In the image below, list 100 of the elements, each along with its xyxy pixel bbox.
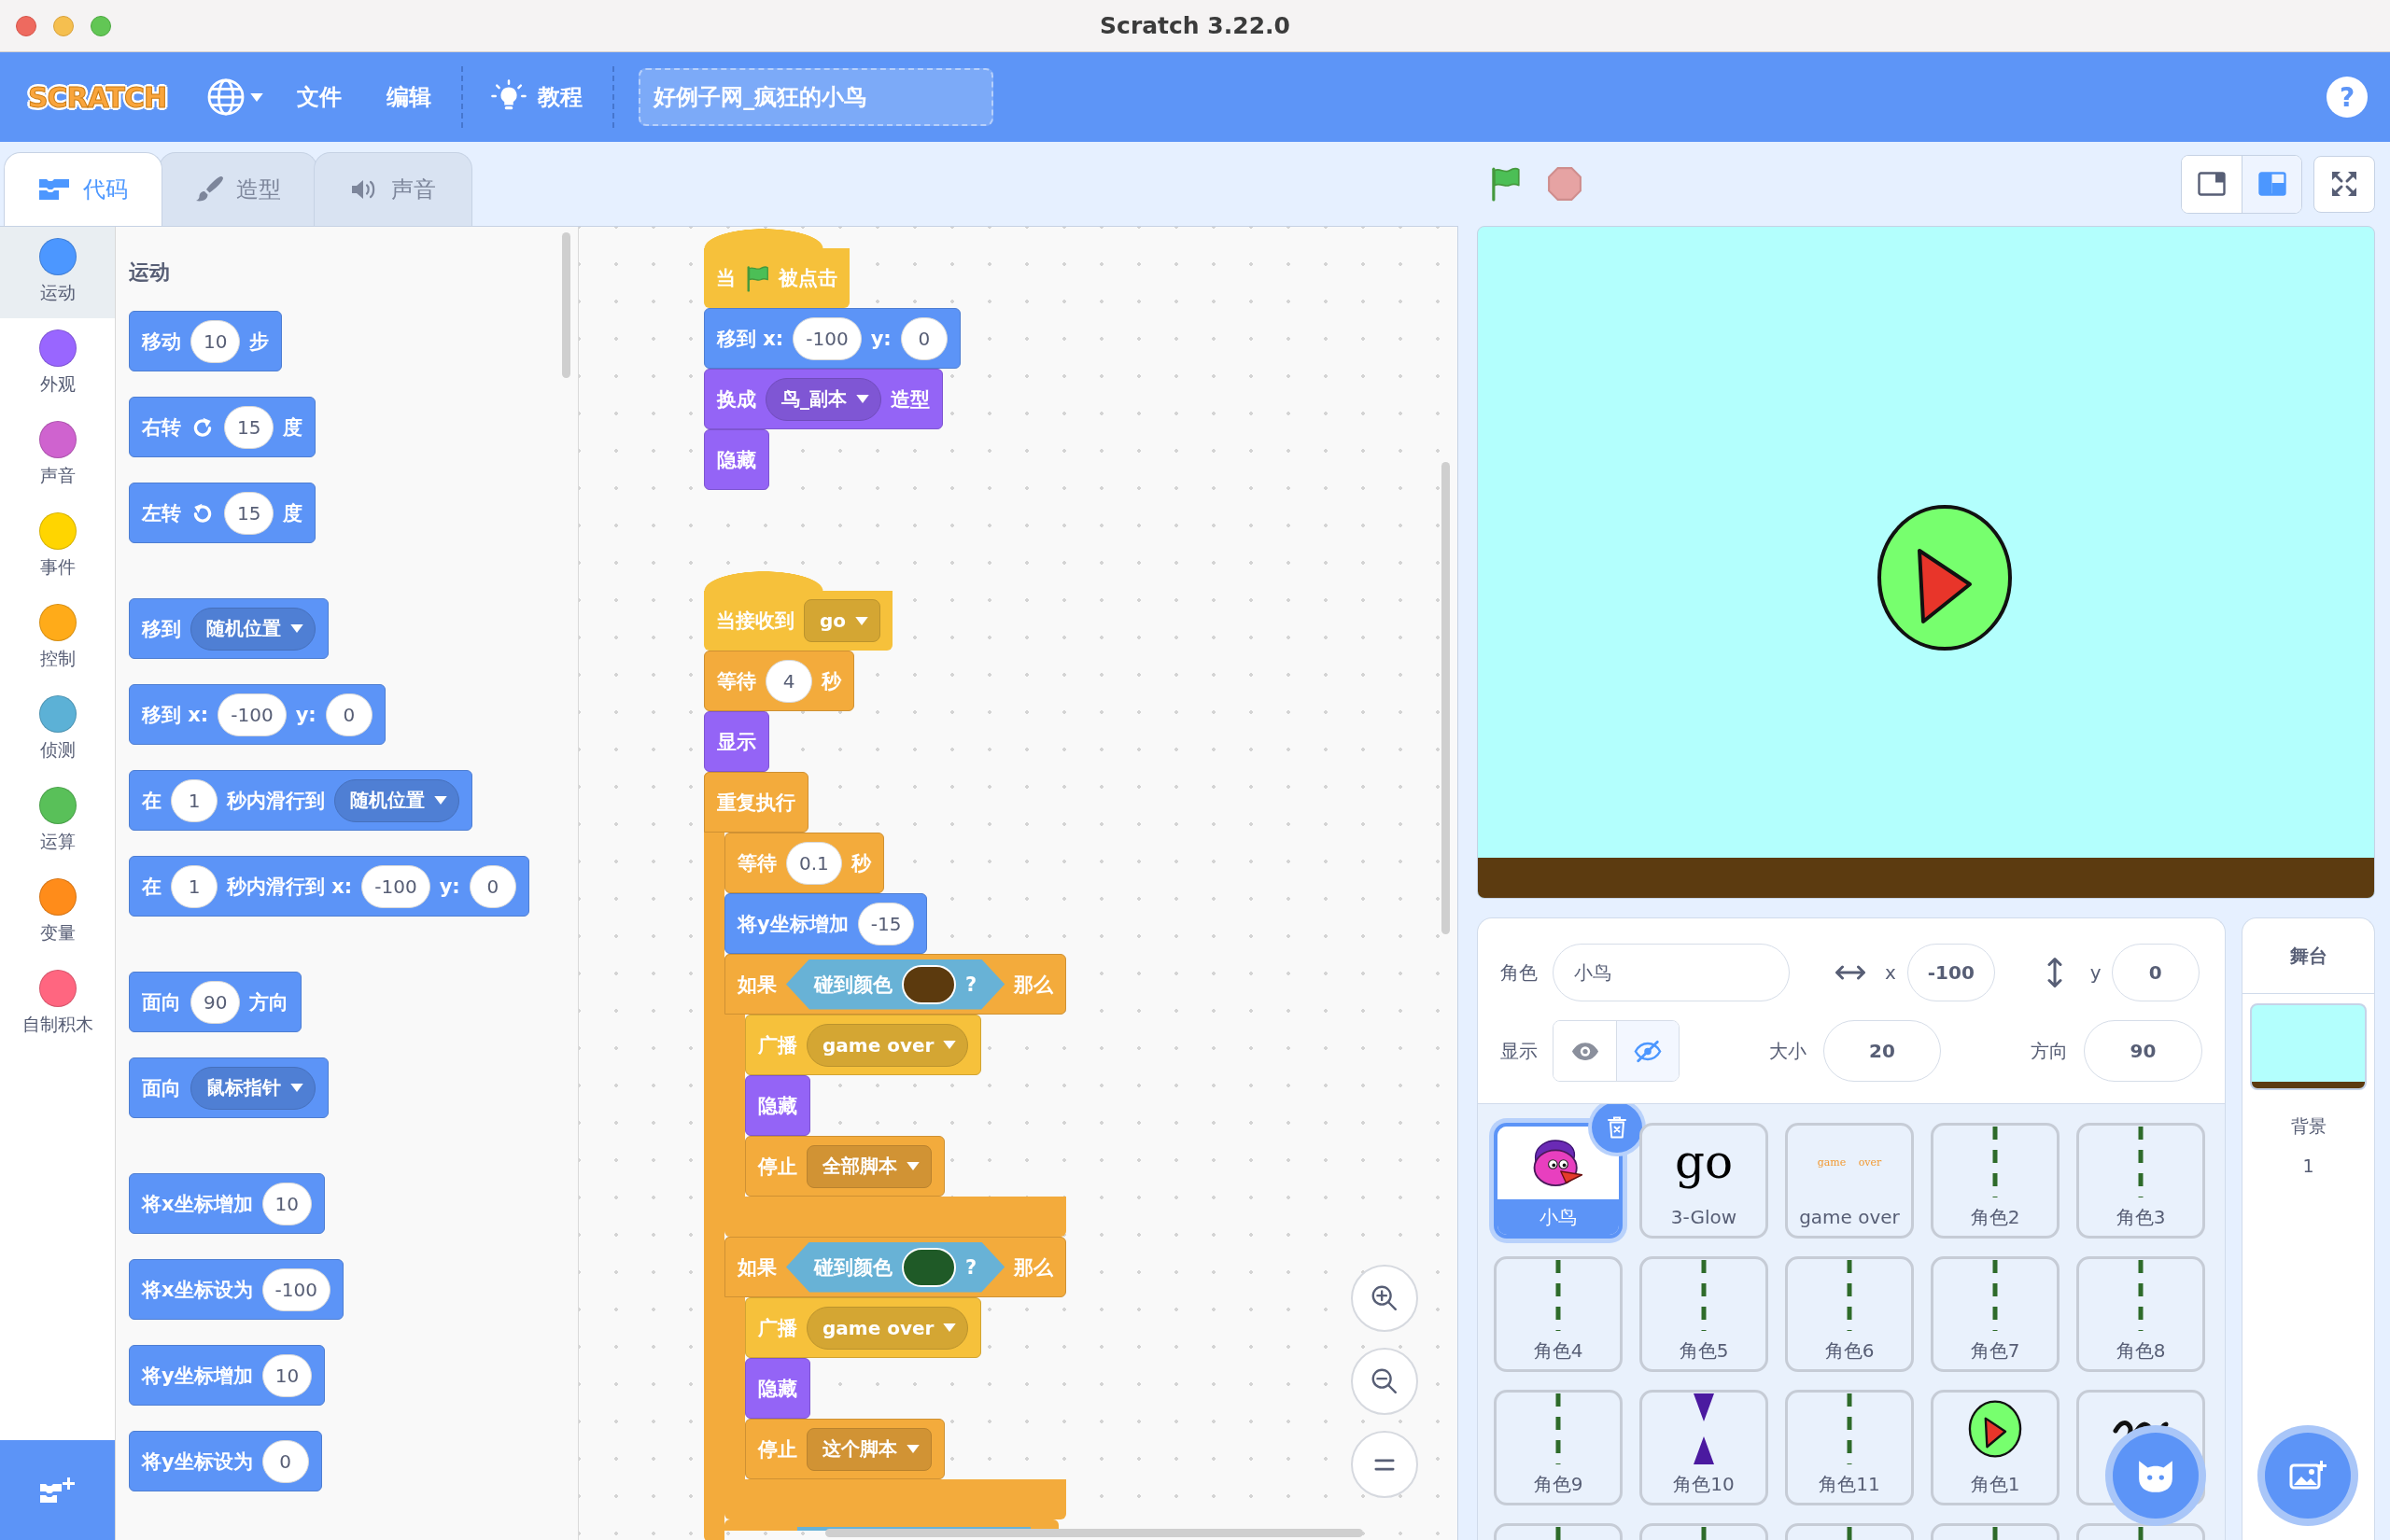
code-block[interactable]: 将x坐标增加 10 xyxy=(129,1173,325,1234)
code-block[interactable]: 等待 4 秒 xyxy=(704,651,854,711)
sprite-tile[interactable]: 角色3 xyxy=(2076,1123,2205,1239)
dropdown-menu[interactable]: 随机位置 xyxy=(190,607,316,651)
number-input[interactable]: 0 xyxy=(261,1439,309,1483)
sprite-tile[interactable]: 角色2 xyxy=(1931,1123,2060,1239)
number-input[interactable]: 90 xyxy=(190,980,241,1024)
delete-button[interactable] xyxy=(1592,1104,1642,1153)
help-button[interactable]: ? xyxy=(2327,77,2368,118)
close-button[interactable] xyxy=(16,15,36,36)
menu-item[interactable]: 编辑 xyxy=(387,82,432,112)
number-input[interactable]: 0.1 xyxy=(786,841,842,885)
c-shaped-block[interactable]: 重复执行 等待 0.1 秒 将y坐标增加 -15 如果 碰到颜色 ? 那么 广播 game over 隐藏 停止 全部脚本 如果 碰到颜色 ? 那么 广播 game over 隐藏 停止 这个脚本 xyxy=(704,772,1067,1540)
code-block[interactable]: 移到 x: -100 y: 0 xyxy=(704,308,961,369)
sprite-tile[interactable]: 角色9 xyxy=(1494,1390,1623,1505)
sprite-name-field[interactable]: 小鸟 xyxy=(1553,944,1790,1001)
category-button[interactable]: 声音 xyxy=(0,410,115,501)
code-block[interactable]: 在 1 秒内滑行到 随机位置 xyxy=(129,770,472,831)
category-button[interactable]: 侦测 xyxy=(0,684,115,776)
sprite-tile[interactable]: go 3-Glow xyxy=(1639,1123,1768,1239)
number-input[interactable]: -100 xyxy=(261,1267,330,1311)
number-input[interactable]: 10 xyxy=(261,1353,313,1397)
code-block[interactable]: 移动 10 步 xyxy=(129,311,283,371)
code-block[interactable]: 右转 15 度 xyxy=(129,397,316,457)
code-block[interactable]: 隐藏 xyxy=(745,1075,810,1136)
field-label: y xyxy=(2089,961,2102,984)
number-input[interactable]: 1 xyxy=(171,778,218,822)
backdrop-thumbnail[interactable] xyxy=(2250,1003,2367,1090)
code-block[interactable]: 隐藏 xyxy=(704,429,769,490)
number-input[interactable]: -100 xyxy=(218,693,287,736)
hide-sprite-button[interactable] xyxy=(1616,1021,1679,1081)
size-field[interactable]: 20 xyxy=(1823,1020,1941,1082)
language-button[interactable] xyxy=(207,78,264,116)
c-shaped-block[interactable]: 如果 碰到颜色 ? 那么 广播 game over 隐藏 停止 这个脚本 xyxy=(724,1237,1067,1519)
category-button[interactable]: 事件 xyxy=(0,501,115,593)
dropdown-menu[interactable]: 随机位置 xyxy=(334,778,459,822)
editor-tab[interactable]: 代码 xyxy=(4,152,162,226)
sprite-tile[interactable]: 角色11 xyxy=(1785,1390,1914,1505)
number-input[interactable]: 0 xyxy=(469,864,516,908)
category-button[interactable]: 运动 xyxy=(0,227,115,318)
number-input[interactable]: -100 xyxy=(793,316,862,360)
sprite-tile[interactable]: 角色1 xyxy=(1931,1390,2060,1505)
number-input[interactable]: 15 xyxy=(224,405,274,449)
code-block[interactable]: 将y坐标增加 10 xyxy=(129,1345,326,1406)
code-block[interactable]: 面向 鼠标指针 xyxy=(129,1057,329,1118)
menu-item[interactable]: 文件 xyxy=(297,82,343,112)
number-input[interactable]: 15 xyxy=(224,491,274,535)
code-block[interactable]: 将y坐标设为 0 xyxy=(129,1431,322,1491)
category-button[interactable]: 变量 xyxy=(0,867,115,959)
number-input[interactable]: -100 xyxy=(361,864,430,908)
code-block[interactable]: 在 1 秒内滑行到 x: -100 y: 0 xyxy=(129,856,529,917)
category-button[interactable]: 自制积木 xyxy=(0,959,115,1050)
x-field[interactable]: -100 xyxy=(1906,944,1995,1001)
sprite-tile[interactable]: 角色8 xyxy=(2076,1256,2205,1372)
code-block[interactable]: 移到 x: -100 y: 0 xyxy=(129,684,386,745)
sprite-tile[interactable]: 角色7 xyxy=(1931,1256,2060,1372)
add-extension-button[interactable] xyxy=(0,1440,115,1540)
scrollbar[interactable] xyxy=(825,1529,1363,1537)
category-button[interactable]: 控制 xyxy=(0,593,115,684)
scrollbar[interactable] xyxy=(1441,462,1450,934)
category-button[interactable]: 外观 xyxy=(0,318,115,410)
minimize-button[interactable] xyxy=(53,15,74,36)
code-block[interactable]: 等待 0.1 秒 xyxy=(724,833,884,893)
number-input[interactable]: 1 xyxy=(171,864,218,908)
sprite-tile[interactable]: game over game over xyxy=(1785,1123,1914,1239)
sprite-tile[interactable]: 角色5 xyxy=(1639,1256,1768,1372)
number-input[interactable]: 10 xyxy=(261,1182,312,1225)
category-button[interactable]: 运算 xyxy=(0,776,115,867)
number-input[interactable]: 0 xyxy=(900,316,948,360)
sprite-tile[interactable]: 角色4 xyxy=(1494,1256,1623,1372)
block-label: 秒 xyxy=(822,668,841,694)
number-input[interactable]: 0 xyxy=(325,693,373,736)
code-block[interactable]: 换成 鸟_副本 造型 xyxy=(704,369,943,429)
normal-stage-button[interactable] xyxy=(2242,155,2301,213)
fullscreen-button[interactable] xyxy=(2313,155,2375,213)
number-input[interactable]: -15 xyxy=(857,902,915,945)
code-block[interactable]: 面向 90 方向 xyxy=(129,972,302,1032)
dropdown-menu[interactable]: 鸟_副本 xyxy=(766,377,881,421)
dropdown-menu[interactable]: 鼠标指针 xyxy=(190,1066,316,1110)
code-block[interactable]: 移到 随机位置 xyxy=(129,598,329,659)
color-input[interactable] xyxy=(902,1247,956,1287)
zoom-button[interactable] xyxy=(91,15,111,36)
tutorials-button[interactable]: 教程 xyxy=(491,79,583,115)
caret-icon xyxy=(907,1162,920,1170)
sprite-tile[interactable]: 角色6 xyxy=(1785,1256,1914,1372)
number-input[interactable]: 10 xyxy=(190,319,241,363)
code-block[interactable]: 将y坐标增加 -15 xyxy=(724,893,928,954)
caret-icon xyxy=(250,92,264,102)
sprite-tile[interactable]: 角色10 xyxy=(1639,1390,1768,1505)
direction-field[interactable]: 90 xyxy=(2084,1020,2202,1082)
code-block[interactable]: 左转 15 度 xyxy=(129,483,316,543)
color-input[interactable] xyxy=(902,964,956,1004)
y-field[interactable]: 0 xyxy=(2111,944,2200,1001)
code-block[interactable]: 显示 xyxy=(704,711,769,772)
c-shaped-block[interactable]: 如果 碰到颜色 ? 那么 广播 game over 隐藏 停止 全部脚本 xyxy=(724,954,1067,1237)
code-block[interactable]: 隐藏 xyxy=(745,1358,810,1419)
code-block[interactable]: 将x坐标设为 -100 xyxy=(129,1259,344,1320)
scrollbar[interactable] xyxy=(562,232,570,378)
caret-icon xyxy=(290,1084,303,1092)
number-input[interactable]: 4 xyxy=(766,659,812,703)
